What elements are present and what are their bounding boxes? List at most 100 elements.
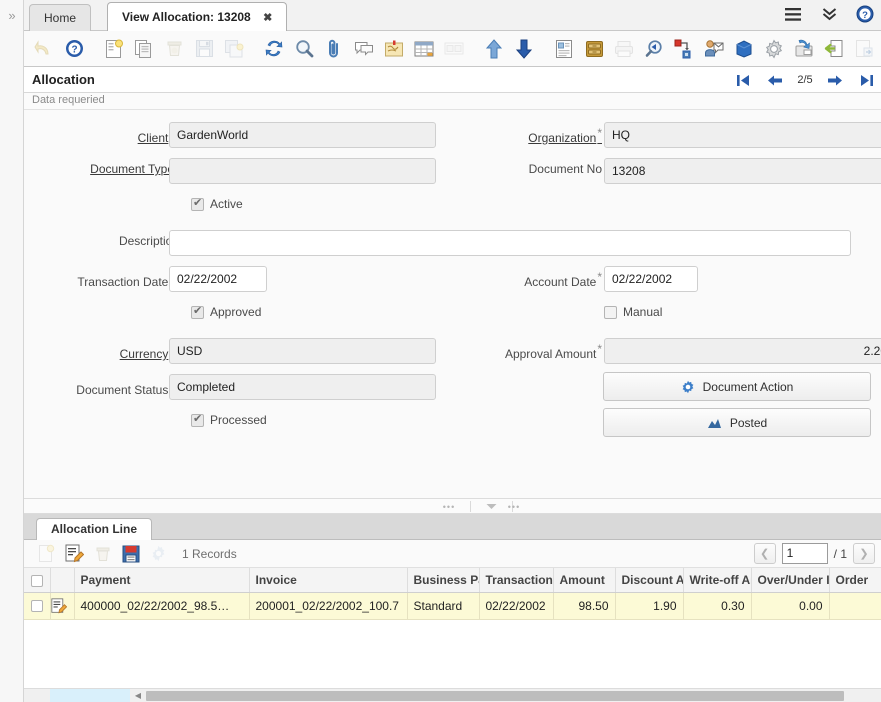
help-icon[interactable]: ? [60, 34, 88, 64]
archive-icon[interactable] [580, 34, 608, 64]
chat-icon[interactable] [350, 34, 378, 64]
process-icon[interactable] [146, 542, 171, 566]
new-row-icon[interactable] [34, 542, 59, 566]
find-icon[interactable] [290, 34, 318, 64]
multi-row-icon[interactable] [440, 34, 468, 64]
cell-discount-amount[interactable]: 1.90 [615, 592, 683, 619]
previous-record-icon[interactable] [761, 71, 789, 89]
field-organization[interactable]: HQ [604, 122, 881, 148]
menu-icon[interactable] [783, 4, 803, 24]
first-record-icon[interactable] [729, 71, 757, 89]
splitter-right-handle[interactable]: ••• [494, 499, 534, 514]
detail-record-icon[interactable] [510, 34, 538, 64]
checkbox-approved[interactable]: Approved [191, 305, 261, 319]
post-it-note-icon[interactable] [380, 34, 408, 64]
print-icon[interactable] [610, 34, 638, 64]
active-checkbox-box[interactable] [191, 198, 204, 211]
processed-checkbox-box[interactable] [191, 414, 204, 427]
header-over-under-payment[interactable]: Over/Under I [751, 568, 829, 592]
horizontal-scrollbar[interactable]: ◀ [24, 688, 881, 702]
attachment-icon[interactable] [320, 34, 348, 64]
field-account-date[interactable]: 02/22/2002 [604, 266, 698, 292]
new-window-icon[interactable] [850, 34, 878, 64]
pager-next-button[interactable]: ❯ [853, 543, 875, 564]
copy-record-icon[interactable] [130, 34, 158, 64]
scrollbar-left-arrow-icon[interactable]: ◀ [132, 689, 144, 702]
export-icon[interactable] [790, 34, 818, 64]
header-transaction[interactable]: Transaction [479, 568, 553, 592]
requests-icon[interactable] [700, 34, 728, 64]
header-payment[interactable]: Payment [74, 568, 249, 592]
approved-checkbox-box[interactable] [191, 306, 204, 319]
delete-row-icon[interactable] [90, 542, 115, 566]
save-icon[interactable] [190, 34, 218, 64]
field-document-type[interactable] [169, 158, 436, 184]
field-approval-amount[interactable]: 2.20 [604, 338, 881, 364]
header-select-all[interactable] [24, 568, 50, 592]
active-workflow-icon[interactable] [670, 34, 698, 64]
label-currency[interactable]: Currency* [120, 342, 174, 361]
scrollbar-thumb[interactable] [146, 691, 844, 701]
checkbox-active[interactable]: Active [191, 197, 243, 211]
report-icon[interactable] [550, 34, 578, 64]
preference-icon[interactable] [760, 34, 788, 64]
tab-allocation-line[interactable]: Allocation Line [36, 518, 152, 541]
refresh-icon[interactable] [260, 34, 288, 64]
row-edit-icon-cell[interactable] [50, 592, 74, 619]
label-organization[interactable]: Organization* [528, 126, 602, 145]
field-description[interactable] [169, 230, 851, 256]
header-amount[interactable]: Amount [553, 568, 615, 592]
field-document-no[interactable]: 13208 [604, 158, 881, 184]
parent-record-icon[interactable] [480, 34, 508, 64]
delete-record-icon[interactable] [160, 34, 188, 64]
save-create-new-icon[interactable] [220, 34, 248, 64]
posted-button[interactable]: Posted [603, 408, 871, 437]
tab-view-allocation[interactable]: View Allocation: 13208 ✖ [107, 2, 287, 31]
pager-prev-button[interactable]: ❮ [754, 543, 776, 564]
cell-business-partner[interactable]: Standard [407, 592, 479, 619]
splitter-left-handle[interactable]: ••• [429, 499, 469, 514]
cell-payment[interactable]: 400000_02/22/2002_98.5… [74, 592, 249, 619]
next-record-icon[interactable] [821, 71, 849, 89]
save-row-icon[interactable] [118, 542, 143, 566]
cell-amount[interactable]: 98.50 [553, 592, 615, 619]
checkbox-manual[interactable]: Manual [604, 305, 662, 319]
header-business-partner[interactable]: Business Pa [407, 568, 479, 592]
checkbox-processed[interactable]: Processed [191, 413, 267, 427]
field-document-status[interactable]: Completed [169, 374, 436, 400]
edit-row-icon[interactable] [62, 542, 87, 566]
grid-toggle-icon[interactable] [410, 34, 438, 64]
cell-transaction[interactable]: 02/22/2002 [479, 592, 553, 619]
panel-splitter[interactable]: ••• ••• [24, 498, 881, 514]
field-transaction-date[interactable]: 02/22/2002 [169, 266, 267, 292]
manual-checkbox-box[interactable] [604, 306, 617, 319]
pager-page-input[interactable]: 1 [782, 543, 828, 564]
cell-order[interactable] [829, 592, 881, 619]
last-record-icon[interactable] [853, 71, 881, 89]
sidebar-expander-icon[interactable]: » [4, 8, 20, 24]
cell-over-under-payment[interactable]: 0.00 [751, 592, 829, 619]
field-client[interactable]: GardenWorld [169, 122, 436, 148]
tab-close-icon[interactable]: ✖ [263, 12, 272, 24]
cell-write-off-amount[interactable]: 0.30 [683, 592, 751, 619]
new-record-icon[interactable] [100, 34, 128, 64]
header-order[interactable]: Order [829, 568, 881, 592]
undo-icon[interactable] [30, 34, 58, 64]
table-row[interactable]: 400000_02/22/2002_98.5… 200001_02/22/200… [24, 592, 881, 619]
product-info-icon[interactable] [730, 34, 758, 64]
field-currency[interactable]: USD [169, 338, 436, 364]
select-all-checkbox[interactable] [31, 575, 43, 587]
document-action-button[interactable]: Document Action [603, 372, 871, 401]
row-select-checkbox[interactable] [31, 600, 43, 612]
header-discount-amount[interactable]: Discount Ar [615, 568, 683, 592]
zoom-across-icon[interactable] [640, 34, 668, 64]
row-select-checkbox-cell[interactable] [24, 592, 50, 619]
help-icon[interactable]: ? [855, 4, 875, 24]
header-write-off-amount[interactable]: Write-off Aı [683, 568, 751, 592]
label-document-type[interactable]: Document Type [90, 162, 174, 176]
edit-row-icon[interactable] [51, 598, 74, 614]
exit-icon[interactable] [820, 34, 848, 64]
collapse-all-icon[interactable] [819, 4, 839, 24]
header-invoice[interactable]: Invoice [249, 568, 407, 592]
cell-invoice[interactable]: 200001_02/22/2002_100.7 [249, 592, 407, 619]
